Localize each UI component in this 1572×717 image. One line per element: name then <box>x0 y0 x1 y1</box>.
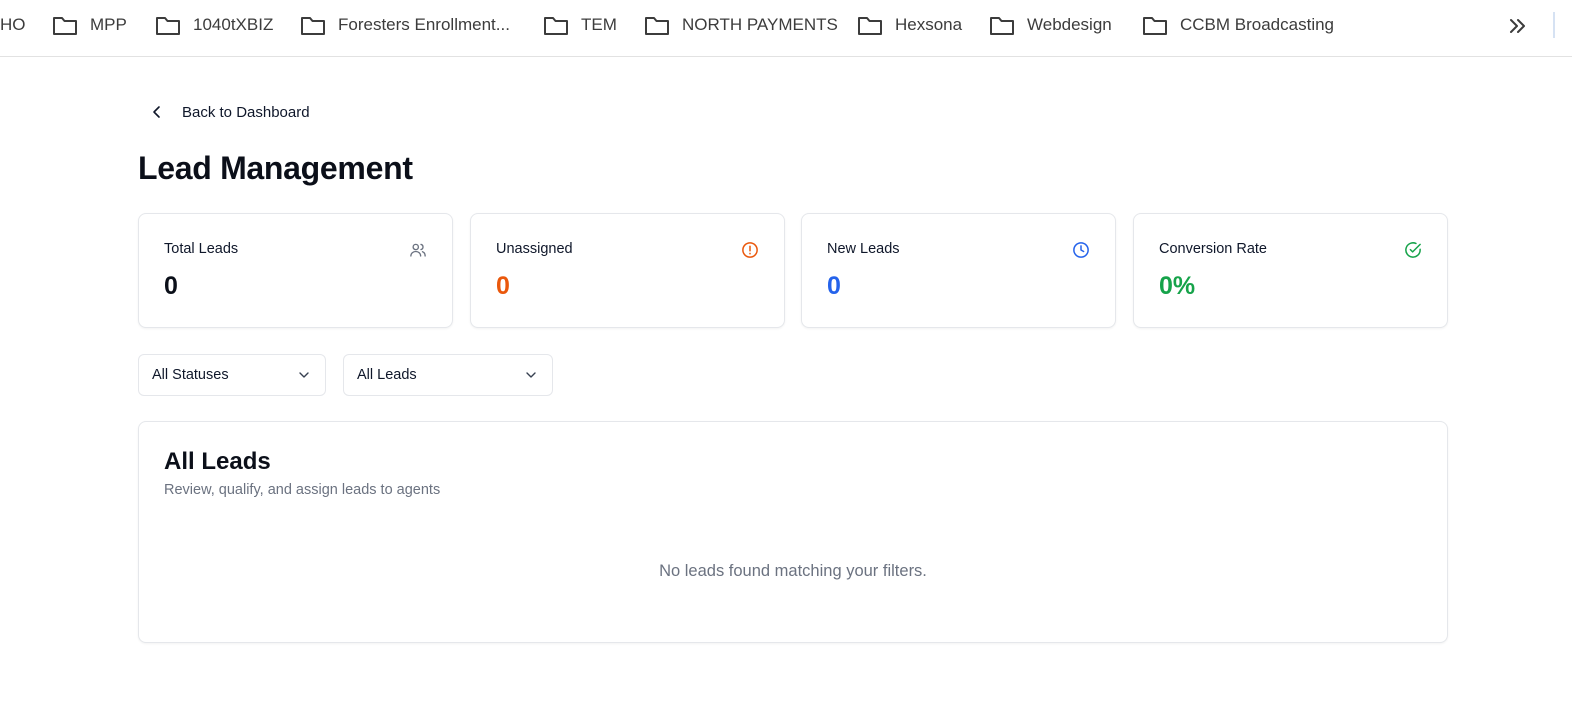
leads-filter-select[interactable]: All Leads <box>343 354 553 396</box>
stat-card-conversion-rate: Conversion Rate 0% <box>1133 213 1448 328</box>
bookmark-folder-mpp[interactable]: MPP <box>52 12 127 38</box>
folder-icon <box>1143 17 1167 35</box>
stat-value: 0 <box>164 272 178 300</box>
stat-label: Total Leads <box>164 241 239 257</box>
bookmark-label: NORTH PAYMENTS <box>682 15 838 34</box>
chevron-down-icon <box>299 372 309 378</box>
bookmark-label: Foresters Enrollment... <box>338 15 510 34</box>
folder-icon <box>53 17 77 35</box>
bookmark-label: MPP <box>90 15 127 34</box>
chevron-down-icon <box>526 372 536 378</box>
bookmark-label: 1040tXBIZ <box>193 15 274 34</box>
back-to-dashboard-link[interactable]: Back to Dashboard <box>150 98 310 126</box>
bookmark-partial[interactable]: HO <box>0 15 26 35</box>
status-filter-select[interactable]: All Statuses <box>138 354 326 396</box>
bookmark-folder-webdesign[interactable]: Webdesign <box>989 12 1112 38</box>
stat-card-total-leads: Total Leads 0 <box>138 213 453 328</box>
folder-icon <box>544 17 568 35</box>
panel-subtitle: Review, qualify, and assign leads to age… <box>164 482 441 498</box>
users-icon <box>410 243 426 257</box>
folder-icon <box>990 17 1014 35</box>
panel-title: All Leads <box>164 448 271 475</box>
check-circle-icon <box>1405 242 1421 258</box>
stat-card-new-leads: New Leads 0 <box>801 213 1116 328</box>
alert-circle-icon <box>742 242 758 258</box>
bookmark-label: TEM <box>581 15 617 34</box>
bookmark-folder-tem[interactable]: TEM <box>543 12 617 38</box>
bookmark-folder-1040txbiz[interactable]: 1040tXBIZ <box>155 12 273 38</box>
toolbar-divider <box>1553 12 1555 38</box>
status-filter-value: All Statuses <box>152 367 229 383</box>
stat-value: 0% <box>1159 272 1196 300</box>
chevron-left-icon <box>153 106 160 118</box>
bookmark-label: Hexsona <box>895 15 963 34</box>
leads-filter-value: All Leads <box>357 367 417 383</box>
double-chevron-right-icon[interactable] <box>1506 14 1530 38</box>
page-title: Lead Management <box>138 150 413 186</box>
folder-icon <box>301 17 325 35</box>
folder-icon <box>858 17 882 35</box>
all-leads-panel: All Leads Review, qualify, and assign le… <box>138 421 1448 643</box>
stat-label: Conversion Rate <box>1159 241 1267 257</box>
stat-label: Unassigned <box>496 241 573 257</box>
stat-card-unassigned: Unassigned 0 <box>470 213 785 328</box>
bookmark-folder-foresters[interactable]: Foresters Enrollment... <box>300 12 510 38</box>
bookmark-folder-hexsona[interactable]: Hexsona <box>857 12 962 38</box>
bookmark-label: CCBM Broadcasting <box>1180 15 1335 34</box>
bookmark-folder-north-payments[interactable]: NORTH PAYMENTS <box>644 12 838 38</box>
back-label: Back to Dashboard <box>182 103 310 121</box>
empty-state-message: No leads found matching your filters. <box>659 562 927 580</box>
stat-label: New Leads <box>827 241 900 257</box>
bookmark-folder-ccbm-broadcasting[interactable]: CCBM Broadcasting <box>1142 12 1334 38</box>
folder-icon <box>156 17 180 35</box>
stat-value: 0 <box>827 272 841 300</box>
bookmarks-bar: HO MPP 1040tXBIZ Foresters Enrollment...… <box>0 0 1572 57</box>
bookmark-label: Webdesign <box>1027 15 1112 34</box>
clock-icon <box>1073 242 1089 258</box>
stat-value: 0 <box>496 272 510 300</box>
folder-icon <box>645 17 669 35</box>
